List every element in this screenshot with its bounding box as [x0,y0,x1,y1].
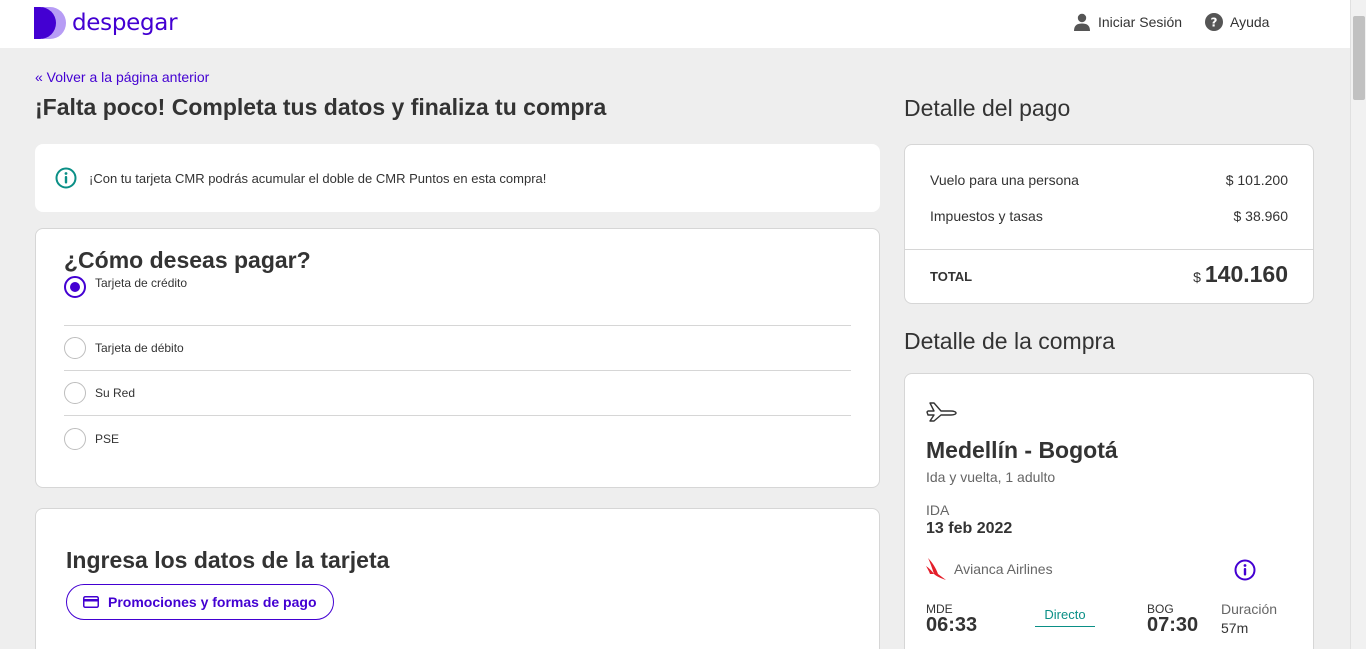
credit-card-icon [83,596,99,608]
scrollbar-thumb[interactable] [1353,16,1365,100]
payment-option-label: Tarjeta de débito [95,341,184,355]
total-currency: $ [1193,269,1201,285]
price-row-value: $ 38.960 [1233,208,1289,224]
radio-credit-selected[interactable] [64,276,86,298]
payment-option-credit[interactable]: Tarjeta de crédito [64,276,851,326]
payment-option-label: Tarjeta de crédito [95,276,188,290]
login-label: Iniciar Sesión [1098,14,1183,30]
duration-value: 57m [1221,620,1249,636]
card-data-form: Ingresa los datos de la tarjeta Promocio… [35,508,880,649]
price-row-value: $ 101.200 [1225,172,1288,188]
total-label: TOTAL [930,269,973,284]
payment-method-title: ¿Cómo deseas pagar? [64,247,311,273]
page-scrollbar[interactable] [1350,0,1366,649]
total-value: $ 140.160 [1193,261,1288,288]
leg-label: IDA [926,502,950,518]
price-row: Vuelo para una persona $ 101.200 [930,172,1288,188]
help-circle-icon: ? [1205,13,1223,31]
top-header: despegar Iniciar Sesión ? Ayuda [0,0,1350,48]
price-row-label: Impuestos y tasas [930,208,1043,224]
route-subtitle: Ida y vuelta, 1 adulto [926,469,1056,485]
help-label: Ayuda [1230,14,1270,30]
airline: Avianca Airlines [926,556,1053,582]
card-data-title: Ingresa los datos de la tarjeta [66,547,390,573]
login-link[interactable]: Iniciar Sesión [1073,13,1182,31]
promotions-button-label: Promociones y formas de pago [108,594,317,610]
leg-date: 13 feb 2022 [926,520,1013,537]
radio-pse[interactable] [64,427,86,450]
cmr-promo-banner: ¡Con tu tarjeta CMR podrás acumular el d… [35,144,880,212]
price-row-label: Vuelo para una persona [930,172,1079,188]
purchase-detail-card: Medellín - Bogotá Ida y vuelta, 1 adulto… [904,373,1314,649]
airplane-icon [926,402,957,422]
payment-option-label: PSE [95,431,120,446]
svg-text:?: ? [1211,16,1218,30]
price-row: Impuestos y tasas $ 38.960 [930,208,1288,224]
user-icon [1074,13,1090,31]
despegar-logo[interactable]: despegar [34,7,178,39]
stop-type: Directo [1035,607,1095,627]
payment-detail-card: Vuelo para una persona $ 101.200 Impuest… [904,144,1314,304]
page-title: ¡Falta poco! Completa tus datos y finali… [35,94,607,120]
payment-option-pse[interactable]: PSE [64,416,851,461]
info-circle-icon [55,167,77,189]
promotions-button[interactable]: Promociones y formas de pago [66,584,334,620]
flight-info-icon[interactable] [1234,559,1256,581]
help-link[interactable]: ? Ayuda [1205,13,1269,31]
logo-text: despegar [72,10,178,36]
back-link[interactable]: « Volver a la página anterior [35,69,209,85]
payment-option-debit[interactable]: Tarjeta de débito [64,326,851,371]
destination-time: 07:30 [1147,614,1199,636]
payment-detail-title: Detalle del pago [904,95,1071,121]
duration-label: Duración [1221,601,1278,617]
payment-options: Tarjeta de crédito Tarjeta de débito Su … [64,276,851,461]
payment-option-label: Su Red [95,386,136,400]
purchase-detail-title: Detalle de la compra [904,328,1115,354]
route-title: Medellín - Bogotá [926,437,1118,463]
promo-text: ¡Con tu tarjeta CMR podrás acumular el d… [89,170,547,186]
radio-sured[interactable] [64,382,86,404]
total-amount: 140.160 [1204,261,1288,287]
logo-mark-icon [34,7,66,39]
payment-method-card: ¿Cómo deseas pagar? Tarjeta de crédito T… [35,228,880,488]
avianca-logo-icon [926,558,946,580]
divider [905,249,1313,250]
payment-option-sured[interactable]: Su Red [64,371,851,416]
airline-name: Avianca Airlines [954,561,1053,577]
radio-debit[interactable] [64,337,86,359]
origin-time: 06:33 [926,614,978,636]
